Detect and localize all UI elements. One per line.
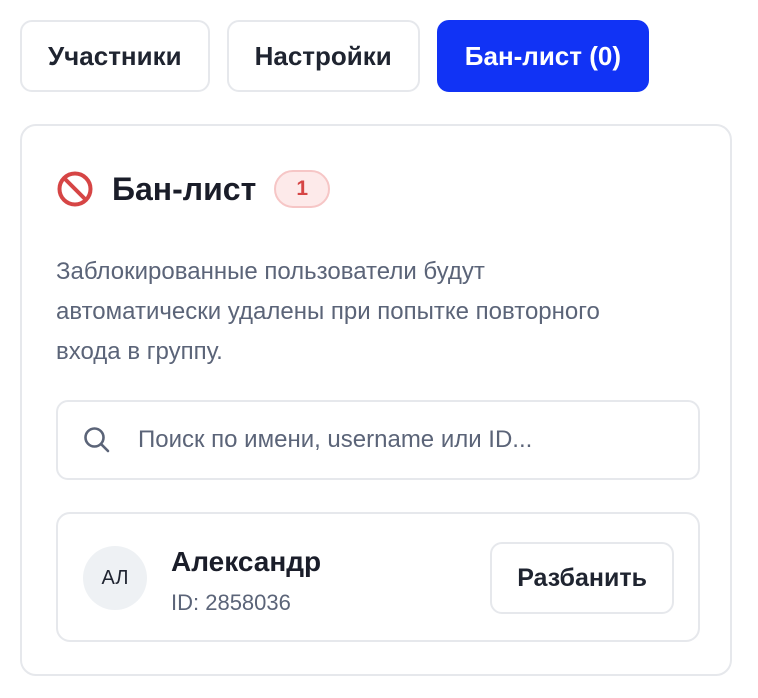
no-entry-icon xyxy=(57,171,93,207)
search-box[interactable] xyxy=(56,400,700,480)
banlist-description: Заблокированные пользователи будут автом… xyxy=(56,258,600,365)
banlist-header: Бан-лист 1 xyxy=(56,170,331,208)
tab-banlist[interactable]: Бан-лист (0) xyxy=(436,20,649,92)
user-id: ID: 2858036 xyxy=(171,590,291,615)
tab-members[interactable]: Участники xyxy=(20,20,210,92)
banned-count-badge: 1 xyxy=(274,170,331,208)
user-name: Александр xyxy=(171,546,322,577)
avatar: АЛ xyxy=(83,546,147,610)
unban-button[interactable]: Разбанить xyxy=(490,542,674,614)
banlist-title: Бан-лист xyxy=(112,170,257,207)
tab-settings[interactable]: Настройки xyxy=(226,20,420,92)
search-input[interactable] xyxy=(138,426,698,454)
banned-user-row: АЛ Александр ID: 2858036 Разбанить xyxy=(56,512,700,642)
banlist-card: Бан-лист 1 Заблокированные пользователи … xyxy=(20,124,732,676)
tab-bar: Участники Настройки Бан-лист (0) xyxy=(20,20,649,92)
search-icon xyxy=(84,427,110,453)
